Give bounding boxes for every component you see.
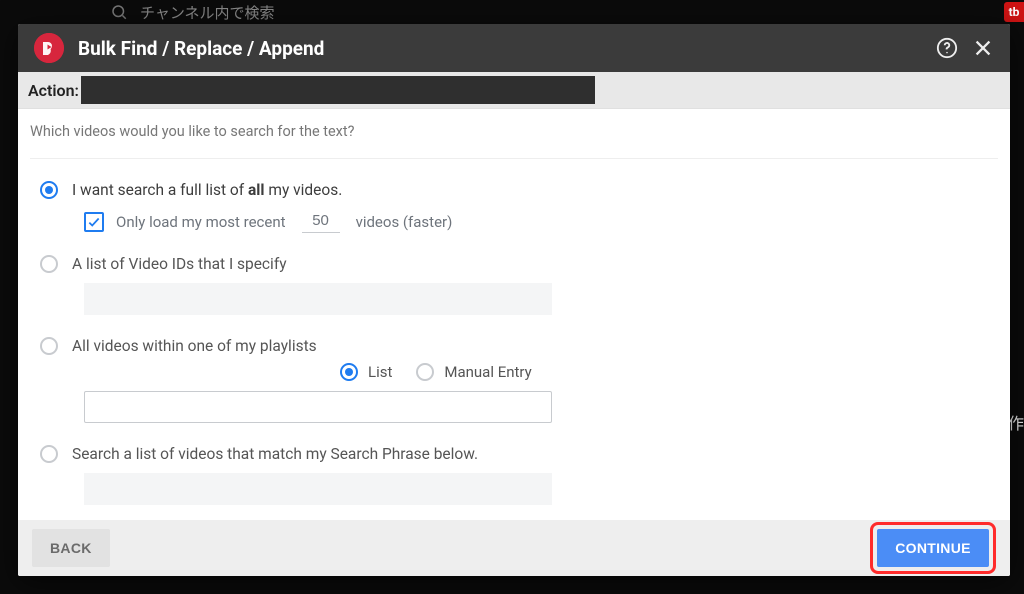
- radio-video-ids[interactable]: [40, 255, 58, 273]
- page-backdrop: チャンネル内で検索 tb 作 Bulk Find / Replace / App…: [0, 0, 1024, 594]
- playlist-mode-manual-label: Manual Entry: [444, 363, 531, 381]
- playlist-mode-list[interactable]: List: [340, 363, 392, 381]
- background-search-placeholder: チャンネル内で検索: [140, 2, 275, 23]
- radio-playlists[interactable]: [40, 337, 58, 355]
- option-playlists-label: All videos within one of my playlists: [72, 337, 317, 355]
- modal-footer: BACK CONTINUE: [18, 520, 1010, 576]
- video-ids-input[interactable]: [84, 283, 552, 315]
- option-search-phrase-label: Search a list of videos that match my Se…: [72, 445, 478, 463]
- radio-playlist-mode-list[interactable]: [340, 363, 358, 381]
- option-video-ids-label: A list of Video IDs that I specify: [72, 255, 287, 273]
- close-icon[interactable]: [972, 37, 994, 59]
- radio-full-list[interactable]: [40, 181, 58, 199]
- background-right-red-icon: tb: [1004, 2, 1024, 22]
- modal-header: Bulk Find / Replace / Append: [18, 24, 1010, 72]
- only-recent-checkbox[interactable]: [84, 212, 104, 232]
- only-recent-count-input[interactable]: [302, 211, 340, 233]
- continue-highlight: CONTINUE: [870, 522, 996, 574]
- back-button[interactable]: BACK: [32, 529, 110, 567]
- option-full-list: I want search a full list of all my vide…: [40, 181, 998, 233]
- modal: Bulk Find / Replace / Append Action: Whi…: [18, 24, 1010, 576]
- search-icon: [110, 3, 128, 21]
- radio-search-phrase[interactable]: [40, 445, 58, 463]
- action-bar: Action:: [18, 72, 1010, 109]
- modal-title: Bulk Find / Replace / Append: [78, 37, 324, 60]
- action-label: Action:: [28, 81, 79, 100]
- tubebuddy-logo-icon: [34, 33, 64, 63]
- option-search-phrase: Search a list of videos that match my Se…: [40, 445, 998, 505]
- option-video-ids: A list of Video IDs that I specify: [40, 255, 998, 315]
- only-recent-prefix: Only load my most recent: [116, 213, 286, 231]
- option-full-list-row[interactable]: I want search a full list of all my vide…: [40, 181, 998, 199]
- scope-question: Which videos would you like to search fo…: [30, 123, 998, 140]
- modal-body: Which videos would you like to search fo…: [18, 109, 1010, 520]
- radio-playlist-mode-manual[interactable]: [416, 363, 434, 381]
- search-phrase-input[interactable]: [84, 473, 552, 505]
- playlist-mode-list-label: List: [368, 363, 392, 381]
- option-full-list-label: I want search a full list of all my vide…: [72, 181, 342, 199]
- playlist-mode-row: List Manual Entry: [340, 363, 998, 381]
- playlist-mode-manual[interactable]: Manual Entry: [416, 363, 531, 381]
- scope-options: I want search a full list of all my vide…: [30, 181, 998, 505]
- help-icon[interactable]: [936, 37, 958, 59]
- full-list-subsettings: Only load my most recent videos (faster): [84, 211, 998, 233]
- option-search-phrase-row[interactable]: Search a list of videos that match my Se…: [40, 445, 998, 463]
- continue-button[interactable]: CONTINUE: [877, 529, 989, 567]
- check-icon: [87, 215, 101, 229]
- only-recent-line: Only load my most recent videos (faster): [84, 211, 998, 233]
- divider: [30, 158, 998, 159]
- option-video-ids-row[interactable]: A list of Video IDs that I specify: [40, 255, 998, 273]
- action-select[interactable]: [81, 76, 595, 104]
- background-right-char: 作: [1008, 410, 1024, 434]
- option-playlists-row[interactable]: All videos within one of my playlists: [40, 337, 998, 355]
- background-searchbar: チャンネル内で検索: [0, 0, 1024, 24]
- option-playlists: All videos within one of my playlists Li…: [40, 337, 998, 423]
- playlist-input[interactable]: [84, 391, 552, 423]
- only-recent-suffix: videos (faster): [356, 213, 453, 231]
